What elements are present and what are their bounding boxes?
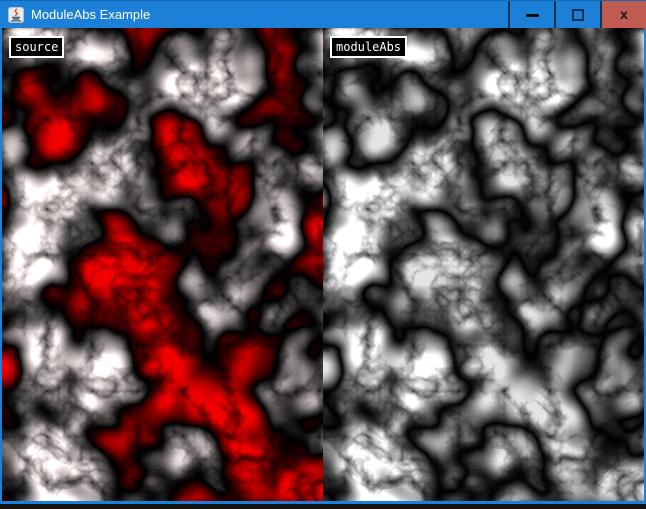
java-coffee-cup-icon: [8, 7, 24, 23]
moduleabs-label: moduleAbs: [330, 36, 407, 58]
panel-source: source: [2, 28, 323, 501]
maximize-icon: [572, 9, 584, 21]
minimize-button[interactable]: [508, 1, 554, 29]
maximize-button[interactable]: [554, 1, 600, 29]
source-noise-image: [2, 28, 323, 501]
close-icon: x: [620, 7, 628, 21]
content-area: source: [2, 28, 644, 501]
titlebar[interactable]: ModuleAbs Example x: [0, 0, 646, 28]
window-controls: x: [508, 1, 646, 29]
app-window: ModuleAbs Example x: [0, 0, 646, 504]
moduleabs-noise-image: [323, 28, 644, 501]
window-title: ModuleAbs Example: [31, 1, 150, 29]
panel-moduleabs: moduleAbs: [323, 28, 644, 501]
minimize-icon: [526, 14, 539, 17]
source-label: source: [9, 36, 64, 58]
close-button[interactable]: x: [600, 1, 646, 29]
